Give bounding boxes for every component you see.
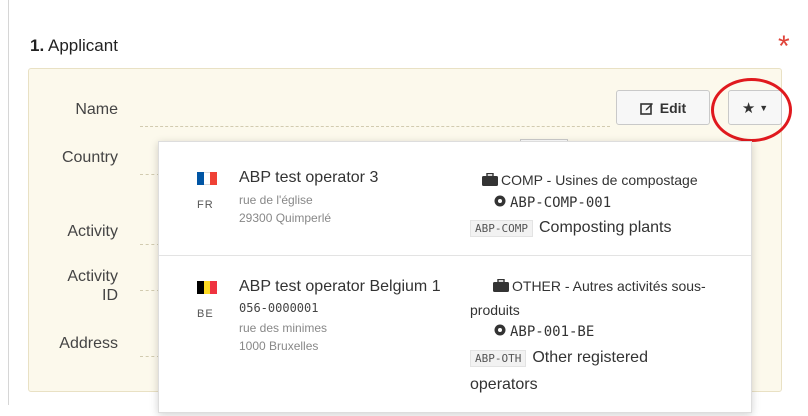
name-field-line (140, 126, 610, 127)
country-code: FR (197, 199, 214, 211)
activity-label: Activity (67, 223, 118, 240)
operator-street: rue de l'église (239, 193, 313, 207)
address-field-line (140, 356, 160, 357)
gear-icon (494, 195, 506, 207)
country-code: BE (197, 308, 214, 320)
section-number: 1. (30, 36, 45, 55)
activity-line: ABP-OTH Other registered (470, 349, 648, 367)
gear-icon (494, 324, 506, 336)
country-label: Country (61, 149, 118, 166)
operator-id: 056-0000001 (239, 301, 319, 315)
flag-stripe (210, 281, 218, 294)
edit-button-label: Edit (659, 99, 687, 116)
briefcase-icon (493, 279, 509, 292)
operator-item[interactable]: BE ABP test operator Belgium 1 056-00000… (159, 256, 751, 416)
operator-city: 29300 Quimperlé (239, 211, 332, 225)
operator-item[interactable]: FR ABP test operator 3 rue de l'église 2… (159, 142, 751, 255)
operator-street: rue des minimes (239, 321, 328, 335)
flag-icon (197, 172, 218, 185)
flag-icon (197, 281, 218, 294)
activity-id-label: Activity ID (67, 268, 118, 304)
section-name: Applicant (47, 36, 118, 55)
highlight-circle (711, 78, 792, 142)
activity-id-field-line (140, 290, 160, 291)
flag-stripe (197, 172, 204, 185)
activity-field-line (140, 244, 160, 245)
country-field-line (140, 174, 160, 175)
activity-line: ABP-COMP Composting plants (470, 219, 672, 237)
address-label: Address (59, 335, 118, 352)
activity-tag: ABP-OTH (470, 349, 527, 367)
flag-stripe (203, 172, 211, 185)
flag-stripe (203, 281, 211, 294)
activity-name: Other registered (532, 349, 648, 366)
operator-name: ABP test operator 3 (239, 169, 379, 186)
edit-icon (639, 102, 653, 115)
activity-name: Composting plants (538, 219, 672, 236)
operator-city: 1000 Bruxelles (239, 339, 319, 353)
operator-name: ABP test operator Belgium 1 (239, 278, 441, 295)
activity-code-line: ABP-001-BE (493, 323, 594, 340)
section-line-continued: produits (470, 302, 520, 318)
section-line: COMP - Usines de compostage (482, 172, 698, 188)
edit-button[interactable]: Edit (616, 90, 710, 125)
favorites-dropdown-menu: FR ABP test operator 3 rue de l'église 2… (158, 141, 752, 413)
briefcase-icon (482, 173, 498, 186)
required-asterisk: * (778, 30, 790, 63)
left-divider (8, 0, 9, 405)
activity-tag: ABP-COMP (470, 219, 533, 237)
activity-code-line: ABP-COMP-001 (493, 194, 611, 211)
section-title: 1. Applicant (30, 36, 118, 56)
name-label: Name (75, 101, 118, 118)
section-line: OTHER - Autres activités sous- (493, 278, 706, 294)
flag-stripe (210, 172, 218, 185)
activity-name-continued: operators (470, 376, 538, 393)
flag-stripe (197, 281, 204, 294)
